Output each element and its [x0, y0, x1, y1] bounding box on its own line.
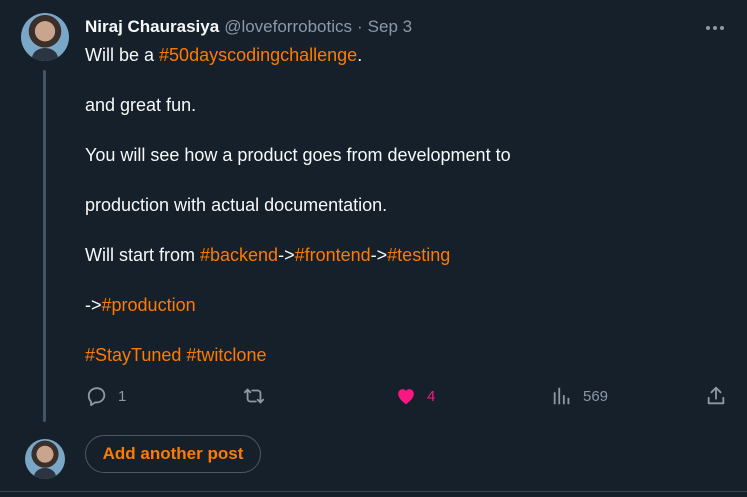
author-avatar[interactable] — [21, 13, 69, 61]
divider — [0, 491, 747, 492]
share-button[interactable] — [705, 384, 727, 408]
post-text: Will start from — [85, 245, 200, 265]
post-text: . — [357, 45, 363, 65]
post-text: -> — [85, 295, 102, 315]
thread-connector-line — [43, 70, 46, 422]
reply-count: 1 — [118, 387, 127, 405]
author-name[interactable]: Niraj Chaurasiya — [85, 17, 219, 37]
bar-chart-icon — [553, 387, 570, 405]
repost-button[interactable] — [243, 384, 265, 408]
share-upload-icon — [707, 386, 725, 405]
hashtag-link[interactable]: #testing — [387, 245, 450, 265]
reply-button[interactable]: 1 — [86, 384, 126, 408]
repost-arrows-icon — [243, 388, 265, 404]
header-separator: · — [357, 17, 363, 36]
hashtag-link[interactable]: #frontend — [295, 245, 371, 265]
like-button[interactable]: 4 — [395, 384, 435, 408]
like-count: 4 — [427, 387, 436, 405]
hashtag-link[interactable]: #StayTuned — [85, 345, 181, 365]
post-text: Will be a — [85, 45, 160, 65]
author-handle[interactable]: @loveforrobotics — [224, 17, 352, 37]
post-header: Niraj Chaurasiya @loveforrobotics · Sep … — [85, 16, 412, 38]
hashtag-link[interactable]: #twitclone — [186, 345, 266, 365]
speech-bubble-icon — [87, 387, 106, 407]
post-date[interactable]: Sep 3 — [368, 17, 412, 37]
hashtag-link[interactable]: #production — [102, 295, 196, 315]
post-text-line: and great fun. — [85, 95, 197, 115]
post-text-line: production with actual documentation. — [85, 195, 388, 215]
hashtag-link[interactable]: #50dayscodingchallenge — [159, 45, 357, 65]
add-another-post-button[interactable]: Add another post — [85, 435, 261, 473]
post-text-line: #StayTuned #twitclone — [85, 343, 266, 367]
views-count: 569 — [583, 387, 609, 405]
post-text-line: Will be a #50dayscodingchallenge. — [85, 43, 362, 67]
heart-icon — [398, 389, 414, 405]
hashtag-link[interactable]: #backend — [200, 245, 278, 265]
user-avatar[interactable] — [25, 439, 65, 479]
post-text-line: ->#production — [85, 293, 196, 317]
post-text-line: Will start from #backend->#frontend->#te… — [85, 243, 450, 267]
views-button[interactable]: 569 — [551, 384, 608, 408]
more-dots-icon[interactable] — [702, 18, 728, 38]
post-text: -> — [370, 245, 388, 265]
post-text-line: You will see how a product goes from dev… — [85, 145, 511, 165]
post-text: -> — [278, 245, 295, 265]
